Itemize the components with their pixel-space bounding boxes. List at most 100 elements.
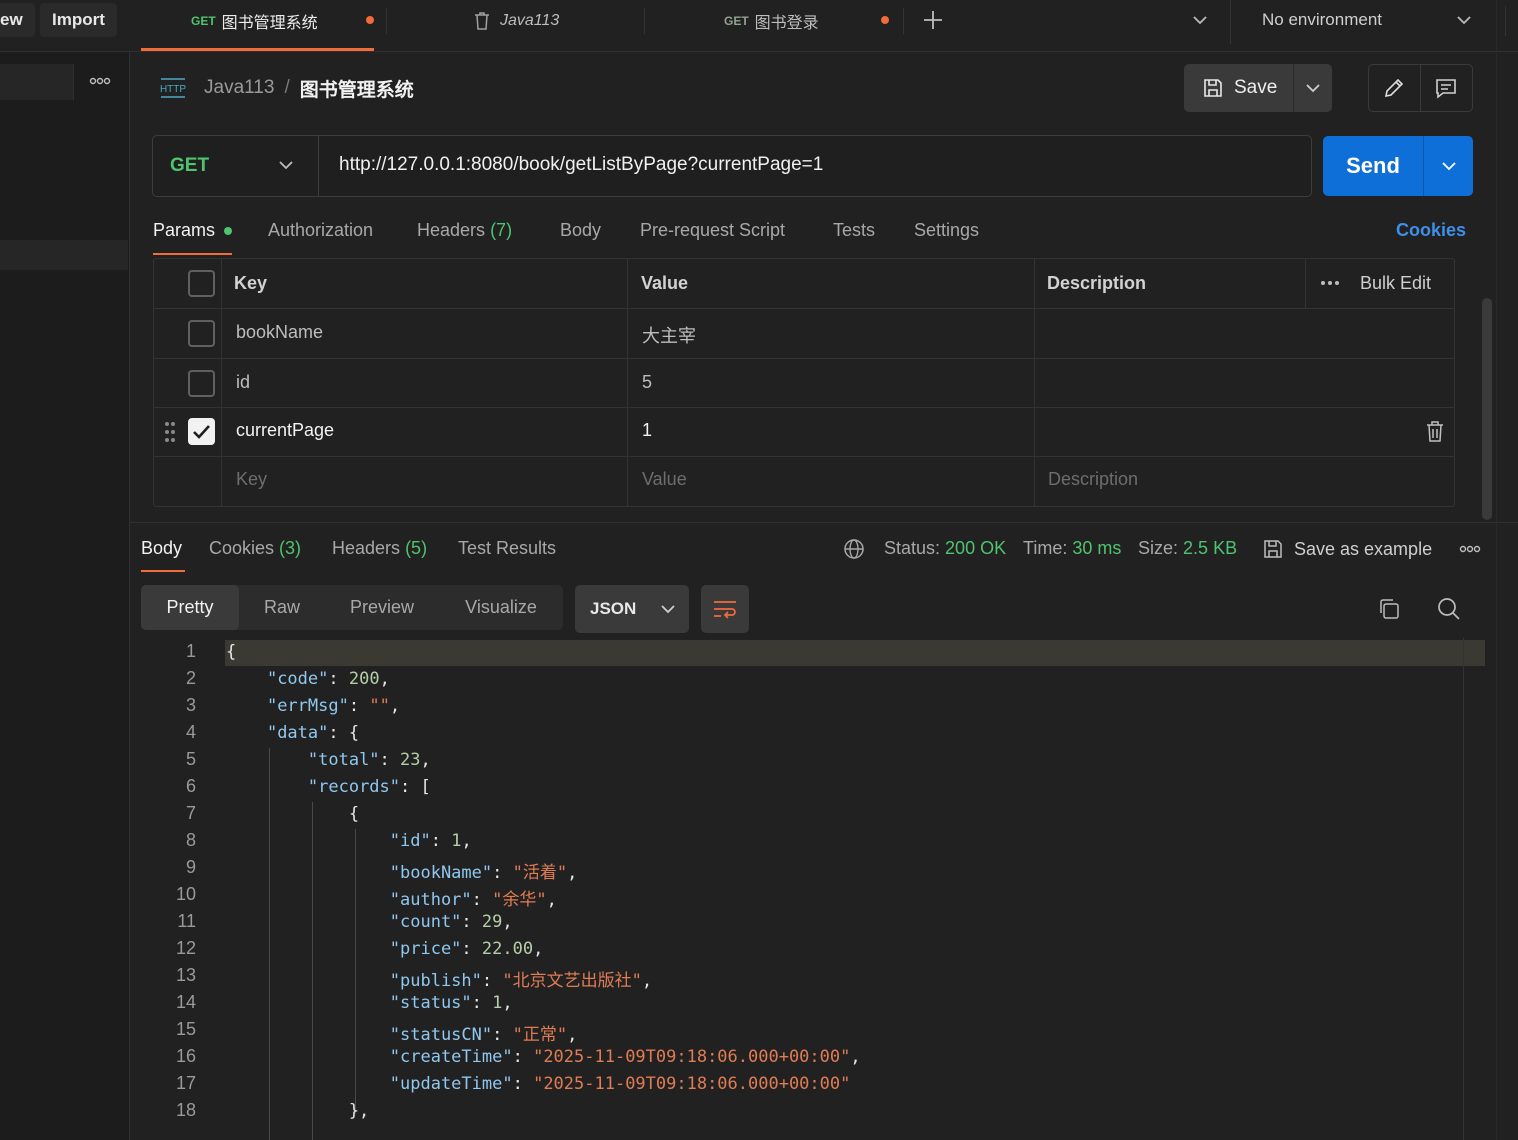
format-pretty[interactable]: Pretty [141, 585, 239, 630]
param-value[interactable]: 大主宰 [642, 322, 696, 348]
code-line: }, [226, 1101, 370, 1121]
param-checkbox[interactable] [188, 370, 215, 397]
code-line: "errMsg": "", [266, 696, 401, 716]
params-scrollbar[interactable] [1482, 298, 1492, 520]
save-example-disk-icon [1262, 538, 1284, 560]
tab-pre-request-script[interactable]: Pre-request Script [640, 220, 785, 241]
param-key[interactable]: currentPage [236, 420, 334, 441]
response-tab-indicator [141, 570, 185, 572]
line-number: 10 [175, 884, 196, 904]
environment-selector[interactable]: No environment [1262, 10, 1382, 30]
line-number: 15 [175, 1019, 196, 1039]
params-header-row: Key Value Description Bulk Edit [154, 259, 1454, 309]
code-line: "price": 22.00, [389, 939, 544, 959]
new-description-input[interactable]: Description [1048, 469, 1138, 490]
current-line-highlight [225, 640, 1485, 666]
response-tab-test-results[interactable]: Test Results [458, 538, 556, 559]
send-options-chevron-icon[interactable] [1424, 136, 1473, 196]
tab-params-label: Params [153, 220, 216, 240]
svg-text:HTTP: HTTP [160, 84, 186, 95]
line-number: 7 [185, 803, 196, 823]
select-all-checkbox[interactable] [188, 270, 215, 297]
method-label: GET [170, 155, 210, 176]
json-count-value: 29 [481, 912, 503, 932]
new-value-input[interactable]: Value [642, 469, 687, 490]
table-row: bookName 大主宰 [154, 309, 1454, 359]
language-select[interactable]: JSON [575, 585, 689, 633]
new-key-input[interactable]: Key [236, 469, 267, 490]
environment-chevron-down-icon[interactable] [1455, 13, 1473, 27]
param-value[interactable]: 1 [642, 420, 652, 441]
tab-collection-java113[interactable]: Java113 [472, 0, 559, 42]
format-visualize[interactable]: Visualize [439, 585, 563, 630]
tab-authorization-label: Authorization [268, 220, 374, 240]
code-line: "updateTime": "2025-11-09T09:18:06.000+0… [389, 1074, 851, 1094]
line-number: 14 [175, 992, 196, 1012]
param-checkbox-checked[interactable] [188, 418, 215, 445]
key-column-header: Key [234, 273, 268, 293]
tab-settings[interactable]: Settings [914, 220, 979, 241]
send-button[interactable]: Send [1323, 136, 1424, 196]
sidebar-more-options-icon[interactable] [89, 75, 111, 87]
param-value[interactable]: 5 [642, 372, 652, 393]
wrap-lines-icon[interactable] [701, 585, 749, 633]
globe-network-icon[interactable] [843, 538, 865, 560]
active-tab-indicator [141, 48, 374, 51]
response-headers-count-badge: (5) [405, 538, 428, 558]
http-request-icon: HTTP [159, 76, 187, 100]
bulk-edit-button[interactable]: Bulk Edit [1360, 273, 1431, 294]
format-raw[interactable]: Raw [239, 585, 325, 630]
param-key[interactable]: id [236, 372, 250, 393]
response-more-options-icon[interactable] [1459, 543, 1481, 555]
response-tab-cookies[interactable]: Cookies (3) [209, 538, 301, 559]
tab-request-book-system[interactable]: GET 图书管理系统 [191, 0, 318, 42]
params-more-icon[interactable] [1320, 279, 1340, 287]
code-line: "author": "余华", [389, 890, 557, 910]
response-tab-body[interactable]: Body [141, 538, 182, 559]
import-button[interactable]: Import [40, 3, 117, 37]
json-price-value: 22.00 [481, 939, 534, 959]
top-bar: ew Import GET 图书管理系统 Java113 GET 图书登录 No… [0, 0, 1518, 52]
sidebar-selected-item[interactable] [0, 240, 128, 270]
new-tab-plus-icon[interactable] [922, 9, 944, 31]
new-button[interactable]: ew [0, 3, 35, 37]
tab-body[interactable]: Body [560, 220, 601, 241]
response-divider[interactable] [130, 522, 1518, 523]
code-scrollbar[interactable] [1463, 638, 1464, 1140]
param-checkbox[interactable] [188, 320, 215, 347]
code-line: { [226, 804, 360, 824]
comments-icon[interactable] [1421, 65, 1473, 111]
save-as-example-button[interactable]: Save as example [1262, 538, 1432, 560]
response-tab-headers[interactable]: Headers (5) [332, 538, 427, 559]
tab-prerequest-label: Pre-request Script [640, 220, 786, 240]
sidebar-search-input[interactable] [0, 64, 74, 100]
tabs-overflow-chevron-icon[interactable] [1191, 13, 1209, 27]
breadcrumb-collection[interactable]: Java113 [204, 77, 274, 99]
size-value: 2.5 KB [1183, 538, 1238, 558]
tab-tests[interactable]: Tests [833, 220, 875, 241]
save-options-chevron-icon[interactable] [1294, 64, 1332, 112]
url-input[interactable]: http://127.0.0.1:8080/book/getListByPage… [339, 154, 823, 176]
tab-divider [386, 8, 387, 34]
save-label: Save [1234, 77, 1278, 98]
tab-request-book-login[interactable]: GET 图书登录 [724, 0, 819, 42]
format-preview[interactable]: Preview [325, 585, 439, 630]
method-select[interactable]: GET [153, 136, 319, 196]
tab-params[interactable]: Params [153, 220, 233, 241]
search-icon[interactable] [1437, 597, 1461, 621]
param-key[interactable]: bookName [236, 322, 323, 343]
cookies-link[interactable]: Cookies [1396, 220, 1466, 241]
tab-authorization[interactable]: Authorization [268, 220, 373, 241]
tab-headers[interactable]: Headers (7) [417, 220, 512, 241]
code-line: "count": 29, [389, 912, 513, 932]
edit-pencil-icon[interactable] [1369, 65, 1421, 111]
drag-handle-icon[interactable] [164, 421, 176, 443]
response-code-editor[interactable]: 1 2 3 4 5 6 7 8 9 10 11 12 13 14 15 16 17 18 { "code": 20… [130, 638, 1485, 1140]
window-edge [1496, 0, 1497, 1140]
save-disk-icon [1202, 77, 1224, 99]
copy-icon[interactable] [1377, 597, 1401, 621]
delete-trash-icon[interactable] [1426, 421, 1444, 443]
breadcrumb-request-name[interactable]: 图书管理系统 [300, 75, 414, 102]
tab-method: GET [191, 14, 216, 28]
save-button[interactable]: Save [1184, 64, 1294, 112]
